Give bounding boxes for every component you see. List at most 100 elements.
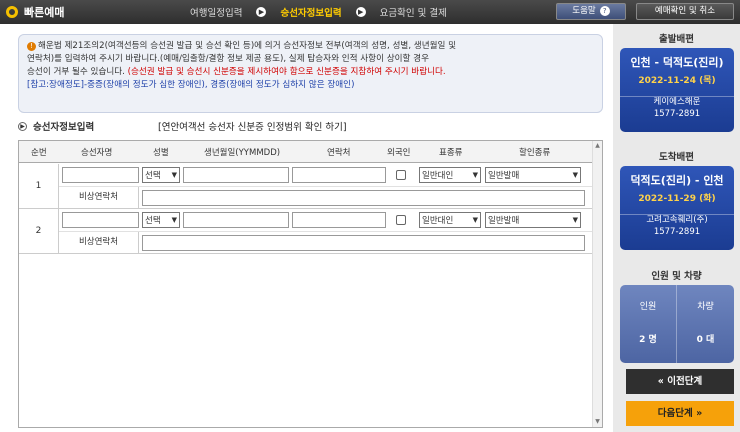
discount-type-value: 일반발매	[488, 216, 520, 226]
reservation-check-button[interactable]: 예매확인 및 취소	[636, 3, 734, 20]
birthdate-input[interactable]	[183, 167, 289, 183]
arrival-phone: 1577-2891	[653, 227, 701, 237]
step-passenger-info: 승선자정보입력	[280, 8, 342, 19]
emergency-contact-input[interactable]	[142, 235, 585, 251]
step-indicator: 여행일정입력 ▶ 승선자정보입력 ▶ 요금확인 및 결제	[190, 5, 447, 19]
help-button[interactable]: 도움말?	[556, 3, 626, 20]
header-phone: 연락처	[327, 148, 351, 158]
header-discount-type: 할인종류	[519, 148, 551, 158]
double-chevron-right-icon: »	[696, 408, 703, 419]
next-step-label: 다음단계	[657, 408, 693, 419]
chevron-down-icon: ▼	[572, 216, 578, 224]
vehicles-label: 차량	[697, 302, 714, 312]
header-birth: 생년월일(YYMMDD)	[204, 148, 281, 158]
chevron-down-icon: ▼	[171, 216, 177, 224]
arrival-title: 도착배편	[659, 152, 694, 163]
foreigner-checkbox[interactable]	[396, 170, 406, 180]
chevron-down-icon: ▼	[171, 171, 177, 179]
section-title: ▶ 승선자정보입력	[18, 119, 94, 133]
count-card: 인원 2 명 차량 0 대	[620, 285, 734, 363]
discount-type-select[interactable]: 일반발매 ▼	[485, 167, 581, 183]
row-number: 1	[19, 164, 59, 208]
section-bullet-icon: ▶	[18, 121, 27, 131]
notice-line-2: 연락처)를 입력하여 주시기 바랍니다.(예매/입출항/결항 정보 제공 용도)…	[27, 54, 429, 64]
gender-select-value: 선택	[145, 216, 161, 226]
id-range-link[interactable]: [연안여객선 승선자 신분증 인정범위 확인 하기]	[158, 119, 347, 133]
emergency-contact-label: 비상연락처	[59, 187, 139, 208]
card-divider	[620, 96, 734, 97]
previous-step-button[interactable]: « 이전단계	[626, 369, 734, 394]
passenger-row-2: 2 선택 ▼ 일반대인 ▼ 일반발매 ▼ 비상연락처	[19, 209, 594, 254]
ticket-type-value: 일반대인	[422, 171, 454, 181]
next-step-button[interactable]: 다음단계 »	[626, 401, 734, 426]
departure-route: 인천 - 덕적도(진리)	[630, 56, 724, 69]
persons-column: 인원 2 명	[620, 285, 677, 363]
header-foreigner: 외국인	[387, 148, 411, 158]
warning-icon: !	[27, 42, 36, 51]
question-icon: ?	[599, 6, 610, 16]
passenger-name-input[interactable]	[62, 167, 139, 183]
notice-line-4: [참고:장애정도]-중증(장애의 정도가 심한 장애인), 경증(장애의 정도가…	[27, 80, 355, 90]
header-ticket-type: 표종류	[439, 148, 463, 158]
chevron-down-icon: ▼	[472, 216, 478, 224]
card-divider	[620, 214, 734, 215]
birthdate-input[interactable]	[183, 212, 289, 228]
gender-select-value: 선택	[145, 171, 161, 181]
passenger-grid: 순번 승선자명 성별 생년월일(YYMMDD) 연락처 외국인 표종류 할인종류…	[18, 140, 603, 428]
previous-step-label: 이전단계	[667, 376, 703, 387]
scroll-up-icon[interactable]: ▲	[593, 141, 602, 151]
departure-phone: 1577-2891	[653, 109, 701, 119]
row-divider	[59, 186, 594, 187]
passenger-row-1: 1 선택 ▼ 일반대인 ▼ 일반발매 ▼ 비상연락처	[19, 164, 594, 209]
gender-select[interactable]: 선택 ▼	[142, 167, 180, 183]
vehicles-value: 0 대	[696, 335, 715, 345]
persons-value: 2 명	[639, 335, 657, 345]
chevron-down-icon: ▼	[472, 171, 478, 179]
brand-title: 빠른예매	[24, 6, 65, 19]
step-payment: 요금확인 및 결제	[379, 8, 447, 19]
help-button-label: 도움말	[572, 6, 596, 16]
chevron-down-icon: ▼	[572, 171, 578, 179]
notice-line-1: 해운법 제21조의2(여객선등의 승선권 발급 및 승선 확인 등)에 의거 승…	[38, 41, 457, 51]
phone-input[interactable]	[292, 167, 386, 183]
ticket-type-select[interactable]: 일반대인 ▼	[419, 167, 481, 183]
step-arrow-icon: ▶	[256, 7, 267, 17]
ticket-type-select[interactable]: 일반대인 ▼	[419, 212, 481, 228]
passenger-name-input[interactable]	[62, 212, 139, 228]
discount-type-select[interactable]: 일반발매 ▼	[485, 212, 581, 228]
gender-select[interactable]: 선택 ▼	[142, 212, 180, 228]
header-num: 순번	[31, 148, 47, 158]
step-arrow-icon: ▶	[355, 7, 366, 17]
departure-title: 출발배편	[659, 34, 694, 45]
discount-type-value: 일반발매	[488, 171, 520, 181]
grid-header: 순번 승선자명 성별 생년월일(YYMMDD) 연락처 외국인 표종류 할인종류	[19, 141, 602, 163]
notice-box: ! 해운법 제21조의2(여객선등의 승선권 발급 및 승선 확인 등)에 의거 …	[18, 34, 603, 113]
departure-card: 인천 - 덕적도(진리) 2022-11-24 (목) 케이에스해운 1577-…	[620, 48, 734, 132]
header-gender: 성별	[153, 148, 169, 158]
persons-label: 인원	[639, 302, 657, 312]
arrival-card: 덕적도(진리) - 인천 2022-11-29 (화) 고려고속훼리(주) 15…	[620, 166, 734, 250]
step-schedule: 여행일정입력	[190, 8, 243, 19]
arrival-route: 덕적도(진리) - 인천	[630, 174, 724, 187]
scroll-down-icon[interactable]: ▼	[593, 417, 602, 427]
section-title-text: 승선자정보입력	[33, 122, 95, 133]
departure-date: 2022-11-24 (목)	[638, 76, 716, 86]
emergency-contact-label: 비상연락처	[59, 232, 139, 253]
notice-line-3: 승선이 거부 될수 있습니다.	[27, 67, 125, 77]
phone-input[interactable]	[292, 212, 386, 228]
ticket-type-value: 일반대인	[422, 216, 454, 226]
row-number: 2	[19, 209, 59, 253]
grid-scrollbar[interactable]: ▲ ▼	[592, 141, 602, 427]
count-title: 인원 및 차량	[651, 271, 702, 282]
foreigner-checkbox[interactable]	[396, 215, 406, 225]
emergency-contact-input[interactable]	[142, 190, 585, 206]
arrival-date: 2022-11-29 (화)	[638, 194, 716, 204]
double-chevron-left-icon: «	[657, 376, 664, 387]
brand: 빠른예매	[6, 4, 64, 20]
vehicles-column: 차량 0 대	[677, 285, 734, 363]
header-name: 승선자명	[81, 148, 113, 158]
brand-circle-icon	[6, 6, 18, 18]
row-divider	[59, 231, 594, 232]
summary-sidebar: 출발배편 인천 - 덕적도(진리) 2022-11-24 (목) 케이에스해운 …	[613, 24, 740, 432]
notice-line-3-warning: (승선권 발급 및 승선시 신분증을 제시하여야 함으로 신분증을 지참하여 주…	[127, 67, 446, 77]
